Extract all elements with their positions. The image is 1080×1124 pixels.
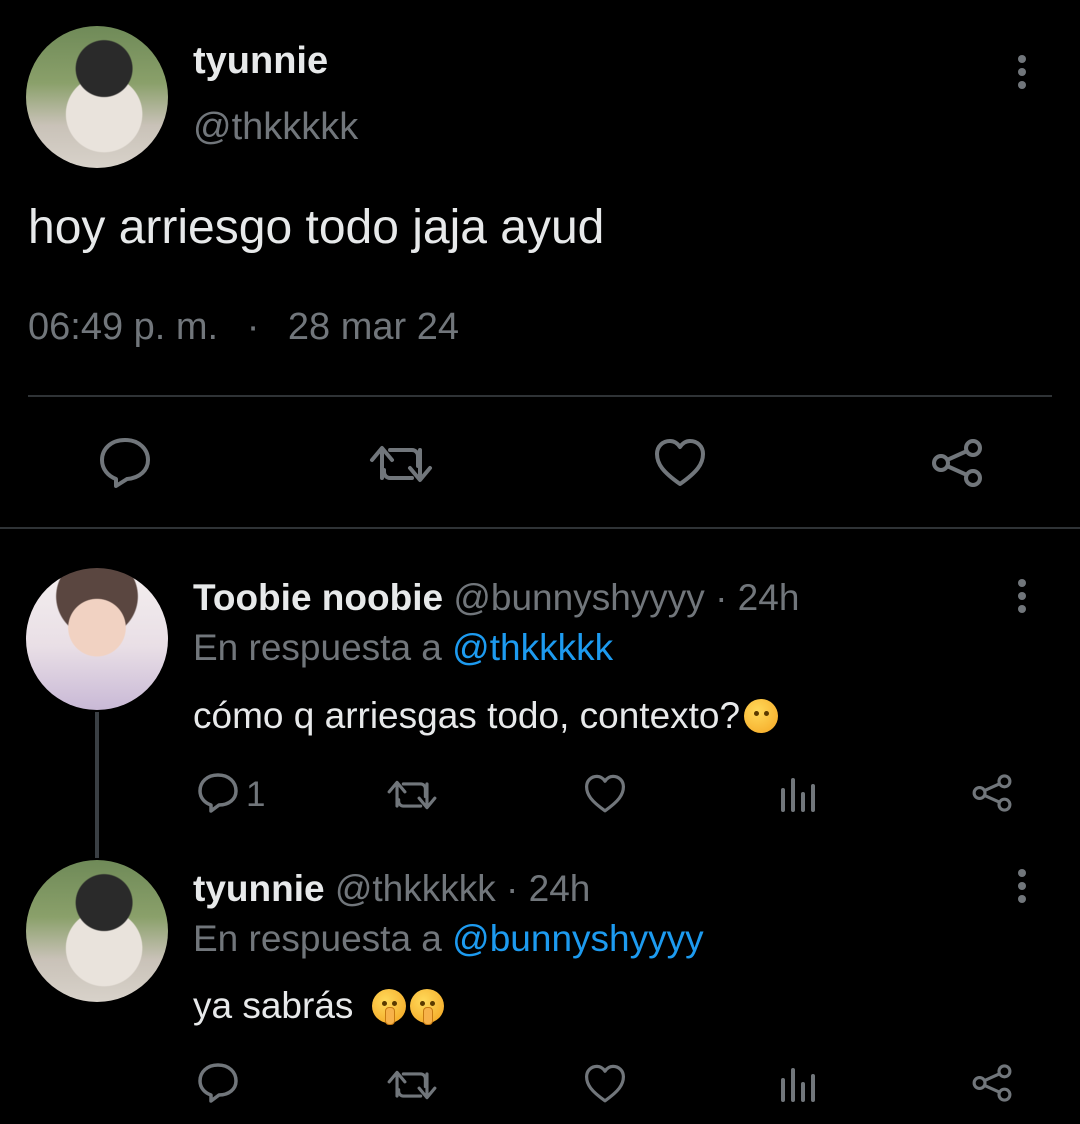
author-avatar[interactable] — [26, 26, 168, 168]
tweet-date: 28 mar 24 — [287, 306, 459, 348]
reply-display-name[interactable]: tyunnie — [193, 868, 325, 909]
shushing-face-emoji-icon — [409, 989, 444, 1025]
retweet-icon[interactable] — [368, 440, 434, 488]
reply-header: tyunnie @thkkkkk · 24h — [193, 868, 590, 910]
reply-display-name[interactable]: Toobie noobie — [193, 577, 443, 618]
reply-text-content: cómo q arriesgas todo, contexto? — [193, 695, 741, 736]
more-options-icon[interactable] — [1002, 856, 1042, 916]
reply-header: Toobie noobie @bunnyshyyyy · 24h — [193, 577, 799, 619]
timestamp-separator: · — [246, 306, 260, 348]
more-options-icon[interactable] — [1002, 566, 1042, 626]
author-display-name[interactable]: tyunnie — [193, 40, 328, 83]
divider — [0, 527, 1080, 529]
thread-line — [95, 712, 99, 858]
reply-handle[interactable]: @bunnyshyyyy — [453, 577, 704, 618]
share-icon[interactable] — [970, 1062, 1014, 1104]
analytics-icon[interactable] — [777, 1066, 817, 1102]
reply-handle[interactable]: @thkkkkk — [335, 868, 496, 909]
reply-to-link[interactable]: @bunnyshyyyy — [452, 918, 703, 959]
reply-context: En respuesta a @thkkkkk — [193, 627, 613, 669]
reply-text: ya sabrás — [193, 985, 444, 1027]
reply-prefix: En respuesta a — [193, 627, 442, 668]
reply-text-content: ya sabrás — [193, 985, 354, 1026]
like-icon[interactable] — [653, 438, 707, 488]
analytics-icon[interactable] — [777, 776, 817, 812]
reply-age: · 24h — [715, 577, 800, 618]
reply-icon[interactable] — [196, 1062, 240, 1104]
reply-icon[interactable] — [97, 436, 153, 488]
reply-icon[interactable] — [196, 772, 240, 814]
more-options-icon[interactable] — [1002, 42, 1042, 102]
retweet-icon[interactable] — [386, 1066, 438, 1104]
reply-avatar[interactable] — [26, 568, 168, 710]
tweet-time: 06:49 p. m. — [28, 306, 219, 348]
reply-age: · 24h — [506, 868, 591, 909]
like-icon[interactable] — [583, 1064, 627, 1104]
reply-count: 1 — [246, 775, 266, 814]
raised-eyebrow-emoji-icon — [744, 699, 779, 733]
divider — [28, 395, 1052, 397]
reply-context: En respuesta a @bunnyshyyyy — [193, 918, 704, 960]
retweet-icon[interactable] — [386, 776, 438, 814]
share-icon[interactable] — [929, 436, 985, 490]
reply-to-link[interactable]: @thkkkkk — [452, 627, 613, 668]
shushing-face-emoji-icon — [371, 989, 406, 1025]
reply-avatar[interactable] — [26, 860, 168, 1002]
like-icon[interactable] — [583, 774, 627, 814]
tweet-timestamp[interactable]: 06:49 p. m. · 28 mar 24 — [28, 306, 459, 349]
share-icon[interactable] — [970, 772, 1014, 814]
reply-text: cómo q arriesgas todo, contexto? — [193, 695, 779, 737]
tweet-text: hoy arriesgo todo jaja ayud — [28, 201, 605, 254]
author-handle[interactable]: @thkkkkk — [193, 106, 358, 149]
reply-prefix: En respuesta a — [193, 918, 442, 959]
